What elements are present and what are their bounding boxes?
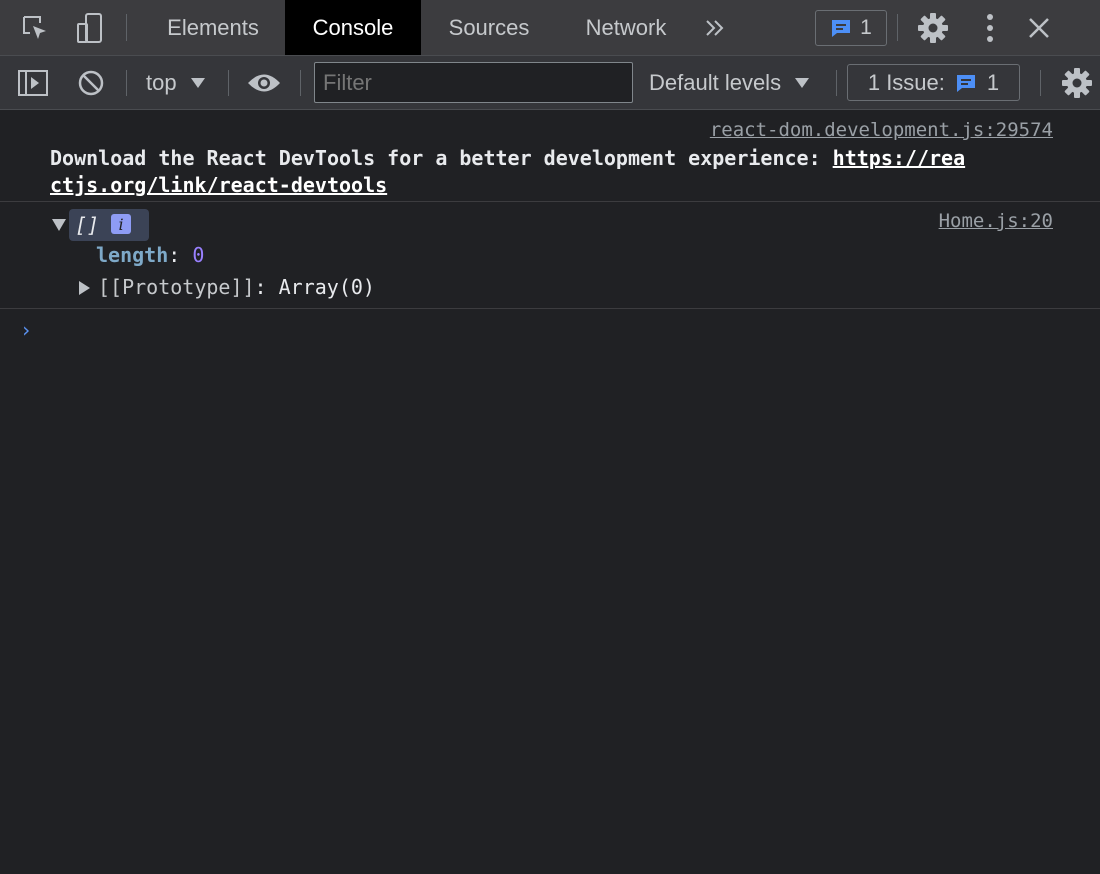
property-value: 0 xyxy=(192,243,205,267)
live-expression-button[interactable] xyxy=(246,68,282,98)
tab-console[interactable]: Console xyxy=(285,0,421,55)
array-preview: [] xyxy=(75,213,100,237)
issues-button[interactable]: 1 Issue: 1 xyxy=(847,64,1020,101)
close-icon xyxy=(1029,17,1049,38)
prompt-chevron-icon: › xyxy=(20,318,33,342)
issues-label: 1 Issue: xyxy=(867,69,945,95)
dropdown-arrow-icon xyxy=(795,78,810,88)
tab-network[interactable]: Network xyxy=(557,0,695,55)
property-row: length: 0 xyxy=(96,243,204,267)
messages-button[interactable]: 1 xyxy=(805,0,897,55)
toolbar-divider xyxy=(836,70,837,96)
property-key: length xyxy=(96,243,169,267)
gear-icon xyxy=(1062,68,1092,98)
close-devtools-button[interactable] xyxy=(1012,0,1066,55)
sidebar-toggle-icon xyxy=(18,70,48,96)
property-key: [[Prototype]] xyxy=(98,275,255,299)
console-message: react-dom.development.js:29574 Download … xyxy=(0,110,1100,202)
console-output: react-dom.development.js:29574 Download … xyxy=(0,110,1100,874)
toolbar-divider xyxy=(228,70,229,96)
devtools-link-part1: https://rea xyxy=(832,146,966,170)
clear-console-button[interactable] xyxy=(76,68,106,98)
gear-icon xyxy=(918,12,948,43)
toolbar-divider xyxy=(1040,70,1041,96)
block-icon xyxy=(78,70,104,96)
context-selector-label: top xyxy=(146,70,177,95)
message-body: Download the React DevTools for a better… xyxy=(50,146,833,170)
issues-count: 1 xyxy=(986,69,1000,95)
tab-sources[interactable]: Sources xyxy=(421,0,557,55)
device-icon xyxy=(77,12,102,43)
property-row[interactable]: [[Prototype]]: Array(0) xyxy=(98,275,375,299)
devtools-link-part2: ctjs.org/link/react-devtools xyxy=(50,173,388,197)
cursor-select-icon xyxy=(23,15,46,39)
console-message: Home.js:20 [] i length: 0 [[Prototype]]:… xyxy=(0,202,1100,309)
console-toolbar: top Default levels 1 Issue: 1 xyxy=(0,56,1100,110)
message-icon xyxy=(956,74,975,92)
console-message-text: Download the React DevTools for a better… xyxy=(50,145,1060,199)
device-toolbar-button[interactable] xyxy=(70,0,110,55)
property-value: Array(0) xyxy=(278,275,375,299)
object-preview[interactable]: [] i xyxy=(69,209,149,241)
inspect-element-button[interactable] xyxy=(0,0,70,55)
log-levels-label: Default levels xyxy=(649,70,782,95)
eye-icon xyxy=(248,74,280,92)
settings-button[interactable] xyxy=(898,0,968,55)
info-icon[interactable]: i xyxy=(111,214,131,234)
source-link[interactable]: react-dom.development.js:29574 xyxy=(710,119,1053,141)
message-icon xyxy=(832,19,851,37)
expand-triangle-icon[interactable] xyxy=(52,219,66,231)
filter-input[interactable] xyxy=(314,62,633,103)
dropdown-arrow-icon xyxy=(190,78,205,88)
more-tabs-button[interactable] xyxy=(695,0,735,55)
expand-triangle-icon[interactable] xyxy=(79,281,90,295)
messages-count: 1 xyxy=(860,15,872,39)
show-sidebar-button[interactable] xyxy=(16,68,50,98)
property-colon: : xyxy=(254,275,279,299)
chevron-double-right-icon xyxy=(706,19,724,36)
info-icon-glyph: i xyxy=(118,214,124,234)
property-colon: : xyxy=(168,243,193,267)
toolbar-divider xyxy=(300,70,301,96)
console-settings-button[interactable] xyxy=(1060,66,1094,100)
kebab-icon xyxy=(987,13,993,42)
customize-menu-button[interactable] xyxy=(968,0,1012,55)
devtools-tabbar: Elements Console Sources Network 1 xyxy=(0,0,1100,56)
toolbar-divider xyxy=(126,70,127,96)
log-levels-dropdown[interactable]: Default levels xyxy=(649,56,810,110)
context-selector[interactable]: top xyxy=(146,56,205,110)
source-link[interactable]: Home.js:20 xyxy=(939,210,1053,232)
tab-elements[interactable]: Elements xyxy=(141,0,285,55)
console-prompt[interactable]: › xyxy=(20,318,32,342)
